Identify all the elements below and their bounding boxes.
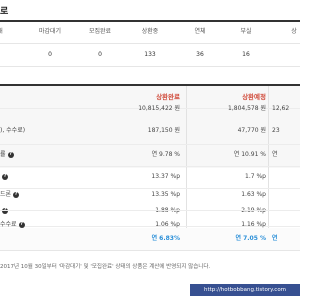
summary-bottom-border: [0, 66, 300, 67]
row-label-text: 수수료: [0, 221, 17, 228]
summary-header-cell: 상: [291, 28, 297, 35]
total-value: 12,62: [272, 105, 290, 112]
row-label-text: 드론: [0, 191, 12, 198]
scheduled-value: 47,770 원: [237, 127, 266, 134]
row-label: 수수료?: [0, 214, 25, 236]
summary-header-cell: 부실: [240, 28, 252, 35]
watermark-link[interactable]: http://hotbobbang.tistory.com: [190, 284, 300, 296]
info-icon[interactable]: ?: [18, 221, 25, 228]
info-icon[interactable]: ?: [2, 173, 8, 180]
info-icon[interactable]: ?: [13, 191, 20, 198]
summary-value-cell: 16: [242, 51, 250, 58]
footnote: 2017년 10월 30일부터 '마감대기' 및 '모집완료' 상태의 상품은 …: [0, 264, 211, 270]
scheduled-value: 연 10.91 %: [233, 151, 266, 158]
completed-value: 187,150 원: [147, 127, 180, 134]
summary-value-row: 0 0 133 36 16: [0, 44, 300, 66]
completed-value: 연 9.78 %: [151, 151, 180, 158]
table-bottom-border: [0, 250, 300, 251]
summary-value-cell: 0: [48, 51, 52, 58]
summary-header-cell: 마감대기: [38, 28, 62, 35]
table-row: 수수료? 1.06 %p 1.16 %p: [0, 214, 300, 236]
total-value: 23: [272, 127, 280, 134]
completed-value: 1.06 %p: [155, 221, 180, 228]
row-label: 률?: [0, 144, 14, 166]
total-value: 연: [272, 151, 278, 158]
summary-header-cell: 연체: [194, 28, 206, 35]
info-icon[interactable]: ?: [7, 151, 14, 158]
summary-value-cell: 133: [144, 51, 156, 58]
scheduled-value: 1,804,578 원: [228, 105, 266, 112]
row-label: ), 수수료): [0, 127, 26, 134]
row-label-text: 률: [0, 151, 6, 158]
table-row: 률? 연 9.78 % 연 10.91 % 연: [0, 144, 300, 166]
summary-header-row: 대 마감대기 모집완료 상환중 연체 부실 상: [0, 22, 300, 42]
summary-value-cell: 36: [196, 51, 204, 58]
summary-header-cell: 상환중: [141, 28, 159, 35]
summary-header-cell: 대: [0, 22, 10, 42]
table-row: 10,815,422 원 1,804,578 원 12,62: [0, 98, 300, 120]
row-divider: [0, 210, 300, 211]
table-row: ), 수수료) 187,150 원 47,770 원 23: [0, 120, 300, 142]
scheduled-value: 1.16 %p: [241, 221, 266, 228]
page-title: 로: [0, 7, 9, 17]
completed-value: 10,815,422 원: [138, 105, 180, 112]
summary-value-cell: 0: [98, 51, 102, 58]
summary-header-cell: 모집완료: [88, 28, 112, 35]
